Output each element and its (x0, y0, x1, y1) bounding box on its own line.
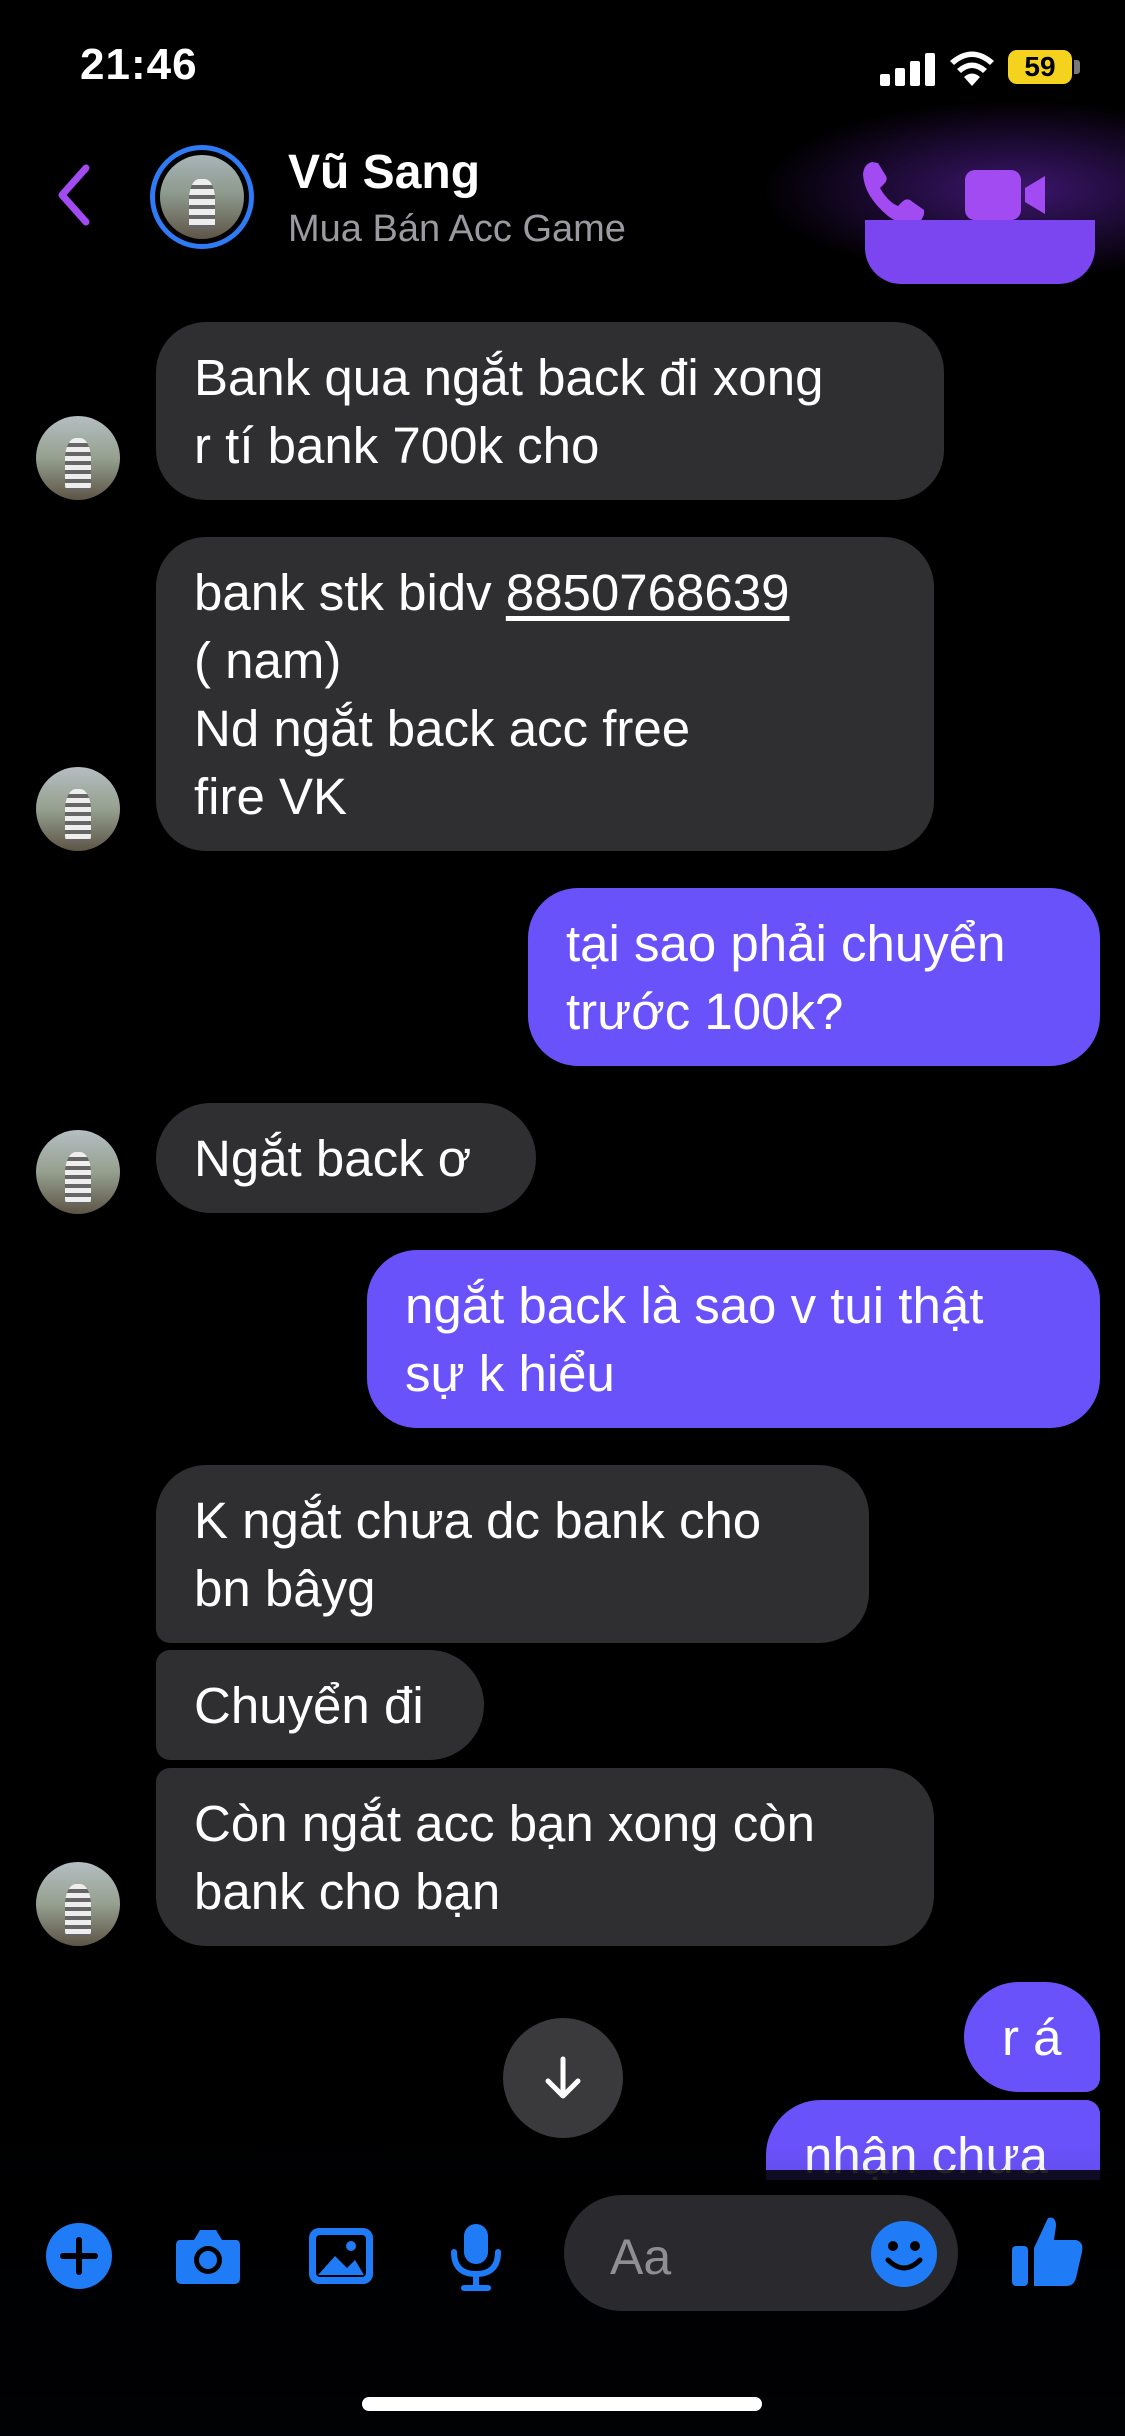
incoming-message[interactable]: K ngắt chưa dc bank cho bn bâyg (156, 1465, 869, 1643)
scroll-to-bottom-button[interactable] (503, 2018, 623, 2138)
sender-avatar[interactable] (36, 767, 120, 851)
message-text-line: Nd ngắt back acc free (194, 700, 691, 757)
photo-gallery-icon[interactable] (305, 2220, 377, 2292)
camera-icon[interactable] (172, 2220, 244, 2292)
arrow-down-icon (545, 2056, 581, 2099)
video-camera-icon[interactable] (965, 168, 1047, 222)
incoming-message[interactable]: Chuyển đi (156, 1650, 484, 1760)
wifi-icon (950, 51, 994, 86)
sender-avatar[interactable] (36, 1862, 120, 1946)
emoji-smiley-icon[interactable] (868, 2218, 940, 2290)
plus-circle-icon[interactable] (43, 2220, 115, 2292)
incoming-message[interactable]: Bank qua ngắt back đi xong r tí bank 700… (156, 322, 944, 500)
phone-icon[interactable] (858, 158, 928, 228)
incoming-message[interactable]: Còn ngắt acc bạn xong còn bank cho bạn (156, 1768, 934, 1946)
thumbs-up-icon[interactable] (1010, 2212, 1084, 2290)
contact-avatar[interactable] (150, 145, 254, 249)
message-text: bank stk bidv (194, 564, 506, 621)
back-chevron-icon[interactable] (52, 160, 96, 230)
message-text-line: bank cho bạn (194, 1863, 501, 1920)
battery-cap (1074, 60, 1080, 74)
message-text-line: ngắt back là sao v tui thật (405, 1277, 984, 1334)
message-text-line: Bank qua ngắt back đi xong (194, 349, 824, 406)
message-text-line: bank stk bidv 8850768639 (194, 559, 896, 627)
cellular-signal-icon (880, 52, 936, 86)
outgoing-message[interactable]: ngắt back là sao v tui thật sự k hiểu (367, 1250, 1100, 1428)
status-time: 21:46 (80, 40, 198, 89)
message-text-line: bn bâyg (194, 1560, 376, 1617)
message-input-placeholder: Aa (610, 2229, 672, 2285)
message-text-line: r á (1002, 2009, 1062, 2066)
message-text-line: sự k hiểu (405, 1345, 615, 1402)
message-text-line: trước 100k? (566, 983, 844, 1040)
message-text-line: ( nam) (194, 632, 342, 689)
message-text-line: K ngắt chưa dc bank cho (194, 1492, 762, 1549)
sender-avatar[interactable] (36, 416, 120, 500)
message-text-line: tại sao phải chuyển (566, 915, 1006, 972)
incoming-message[interactable]: bank stk bidv 8850768639 ( nam) Nd ngắt … (156, 537, 934, 851)
microphone-icon[interactable] (440, 2220, 512, 2292)
avatar-photo (160, 155, 244, 239)
incoming-message[interactable]: Ngắt back ơ (156, 1103, 536, 1213)
previous-message-bubble[interactable] (865, 220, 1095, 284)
message-text-line: fire VK (194, 768, 348, 825)
battery-indicator: 59 (1008, 50, 1072, 84)
message-text-line: Còn ngắt acc bạn xong còn (194, 1795, 815, 1852)
outgoing-message[interactable]: r á (964, 1982, 1100, 2092)
message-text-line: r tí bank 700k cho (194, 417, 600, 474)
account-number-link[interactable]: 8850768639 (506, 564, 790, 621)
contact-subtitle: Mua Bán Acc Game (288, 208, 626, 250)
contact-name[interactable]: Vũ Sang (288, 145, 480, 200)
sender-avatar[interactable] (36, 1130, 120, 1214)
outgoing-message[interactable]: tại sao phải chuyển trước 100k? (528, 888, 1100, 1066)
home-indicator (362, 2397, 762, 2411)
message-text-line: Ngắt back ơ (194, 1130, 472, 1187)
message-text-line: Chuyển đi (194, 1677, 424, 1734)
